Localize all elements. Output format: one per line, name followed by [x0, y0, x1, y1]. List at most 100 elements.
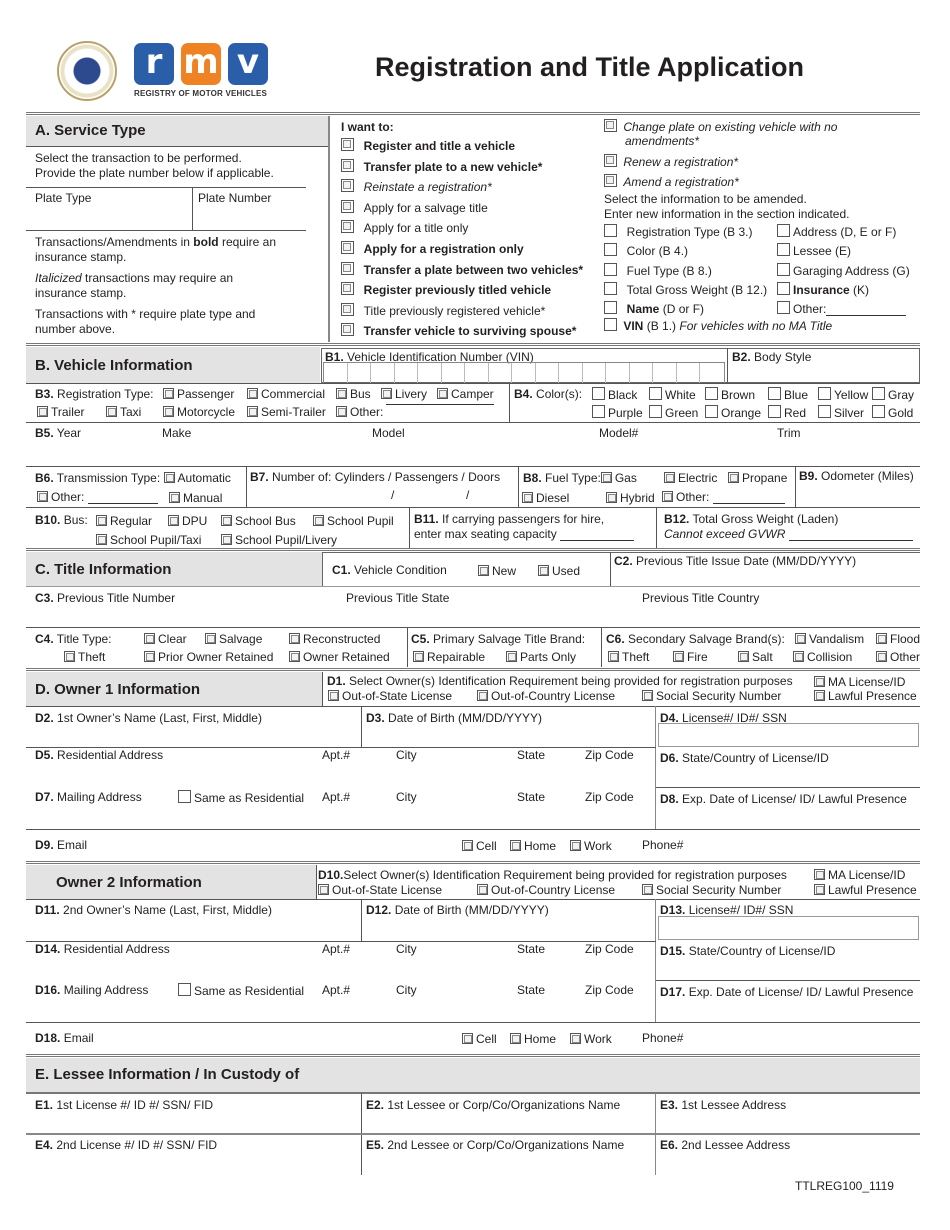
- checkbox[interactable]: [462, 1033, 473, 1044]
- option-register-and-title-a-vehicle[interactable]: Register and title a vehicle: [341, 138, 515, 153]
- checkbox[interactable]: [673, 651, 684, 662]
- option-transfer-plate-to-a-new-vehicle[interactable]: Transfer plate to a new vehicle*: [341, 159, 542, 174]
- checkbox[interactable]: [777, 301, 790, 314]
- checkbox[interactable]: [341, 220, 354, 233]
- checkbox[interactable]: [768, 387, 781, 400]
- bus-school-pupil-taxi[interactable]: School Pupil/Taxi: [96, 533, 201, 547]
- id2-ma-license[interactable]: MA License/ID: [814, 868, 905, 882]
- title-type-owner-retained[interactable]: Owner Retained: [289, 650, 390, 664]
- checkbox[interactable]: [814, 869, 825, 880]
- amend-name-d-or-f[interactable]: Name (D or F): [604, 301, 704, 316]
- other-line[interactable]: [826, 315, 907, 316]
- checkbox[interactable]: [205, 633, 216, 644]
- checkbox[interactable]: [818, 387, 831, 400]
- checkbox[interactable]: [777, 224, 790, 237]
- title-type-salvage[interactable]: Salvage: [205, 632, 262, 646]
- owner1-residential-input[interactable]: [27, 763, 653, 785]
- secondary-brand-flood[interactable]: Flood: [876, 632, 920, 646]
- checkbox[interactable]: [705, 387, 718, 400]
- checkbox[interactable]: [608, 651, 619, 662]
- checkbox[interactable]: [221, 515, 232, 526]
- id2-out-of-state[interactable]: Out-of-State License: [318, 883, 442, 897]
- phone2-work[interactable]: Work: [570, 1032, 612, 1046]
- checkbox[interactable]: [106, 406, 117, 417]
- checkbox[interactable]: [818, 405, 831, 418]
- bus-school-bus[interactable]: School Bus: [221, 514, 296, 528]
- checkbox[interactable]: [381, 388, 392, 399]
- checkbox[interactable]: [777, 282, 790, 295]
- checkbox[interactable]: [814, 676, 825, 687]
- checkbox[interactable]: [413, 651, 424, 662]
- color-yellow[interactable]: Yellow: [818, 387, 868, 402]
- id-out-of-state[interactable]: Out-of-State License: [328, 689, 452, 703]
- checkbox[interactable]: [570, 840, 581, 851]
- id2-lawful-presence[interactable]: Lawful Presence: [814, 883, 917, 897]
- checkbox[interactable]: [604, 174, 617, 187]
- checkbox[interactable]: [289, 651, 300, 662]
- vin-cell[interactable]: [418, 363, 442, 383]
- checkbox[interactable]: [604, 224, 617, 237]
- option-transfer-vehicle-to-surviving-spouse[interactable]: Transfer vehicle to surviving spouse*: [341, 323, 576, 338]
- vin-cell[interactable]: [677, 363, 700, 383]
- checkbox[interactable]: [328, 690, 339, 701]
- vin-input[interactable]: [323, 362, 725, 384]
- owner1-license-input[interactable]: [658, 723, 919, 747]
- amend-garaging-address-g[interactable]: Garaging Address (G): [777, 263, 910, 278]
- vin-cell[interactable]: [442, 363, 465, 383]
- checkbox[interactable]: [341, 282, 354, 295]
- bus-school-pupil[interactable]: School Pupil: [313, 514, 394, 528]
- checkbox[interactable]: [341, 200, 354, 213]
- id2-out-of-country[interactable]: Out-of-Country License: [477, 883, 615, 897]
- salvage-parts-only[interactable]: Parts Only: [506, 650, 576, 664]
- option-reinstate-a-registration[interactable]: Reinstate a registration*: [341, 179, 492, 194]
- plate-type-input[interactable]: [27, 204, 191, 230]
- color-black[interactable]: Black: [592, 387, 637, 402]
- amend-insurance-k[interactable]: Insurance (K): [777, 282, 869, 297]
- bus-regular[interactable]: Regular: [96, 514, 152, 528]
- lessee2-input[interactable]: [27, 1152, 919, 1174]
- color-silver[interactable]: Silver: [818, 405, 864, 420]
- vin-cell[interactable]: [630, 363, 653, 383]
- amend-lessee-e[interactable]: Lessee (E): [777, 243, 851, 258]
- option-renew-registration[interactable]: Renew a registration*: [604, 154, 738, 169]
- checkbox[interactable]: [37, 406, 48, 417]
- same-as-residential-2[interactable]: Same as Residential: [178, 983, 304, 998]
- regtype-taxi[interactable]: Taxi: [106, 405, 141, 419]
- checkbox[interactable]: [96, 534, 107, 545]
- color-blue[interactable]: Blue: [768, 387, 808, 402]
- phone2-home[interactable]: Home: [510, 1032, 556, 1046]
- b11-seating[interactable]: enter max seating capacity: [414, 527, 635, 541]
- checkbox[interactable]: [664, 472, 675, 483]
- checkbox[interactable]: [163, 388, 174, 399]
- checkbox[interactable]: [738, 651, 749, 662]
- id-ma-license[interactable]: MA License/ID: [814, 675, 905, 689]
- title-type-reconstructed[interactable]: Reconstructed: [289, 632, 380, 646]
- checkbox[interactable]: [477, 690, 488, 701]
- checkbox[interactable]: [168, 515, 179, 526]
- owner2-mailing-input[interactable]: [27, 998, 653, 1020]
- vin-cell[interactable]: [512, 363, 536, 383]
- checkbox[interactable]: [795, 633, 806, 644]
- amend-total-gross-weight-b-12[interactable]: Total Gross Weight (B 12.): [604, 282, 767, 297]
- vin-cell[interactable]: [489, 363, 512, 383]
- checkbox[interactable]: [478, 565, 489, 576]
- fuel-diesel[interactable]: Diesel: [522, 491, 569, 505]
- regtype-livery[interactable]: Livery: [381, 387, 427, 401]
- checkbox[interactable]: [649, 387, 662, 400]
- checkbox[interactable]: [96, 515, 107, 526]
- regtype-semi-trailer[interactable]: Semi-Trailer: [247, 405, 326, 419]
- checkbox[interactable]: [814, 884, 825, 895]
- option-apply-for-a-registration-only[interactable]: Apply for a registration only: [341, 241, 524, 256]
- regtype-motorcycle[interactable]: Motorcycle: [163, 405, 235, 419]
- checkbox[interactable]: [341, 241, 354, 254]
- vin-cell[interactable]: [606, 363, 630, 383]
- checkbox[interactable]: [437, 388, 448, 399]
- checkbox[interactable]: [178, 983, 191, 996]
- secondary-brand-collision[interactable]: Collision: [793, 650, 852, 664]
- secondary-brand-fire[interactable]: Fire: [673, 650, 708, 664]
- color-gold[interactable]: Gold: [872, 405, 913, 420]
- checkbox[interactable]: [872, 387, 885, 400]
- checkbox[interactable]: [705, 405, 718, 418]
- condition-used[interactable]: Used: [538, 564, 580, 578]
- vin-cell[interactable]: [700, 363, 724, 383]
